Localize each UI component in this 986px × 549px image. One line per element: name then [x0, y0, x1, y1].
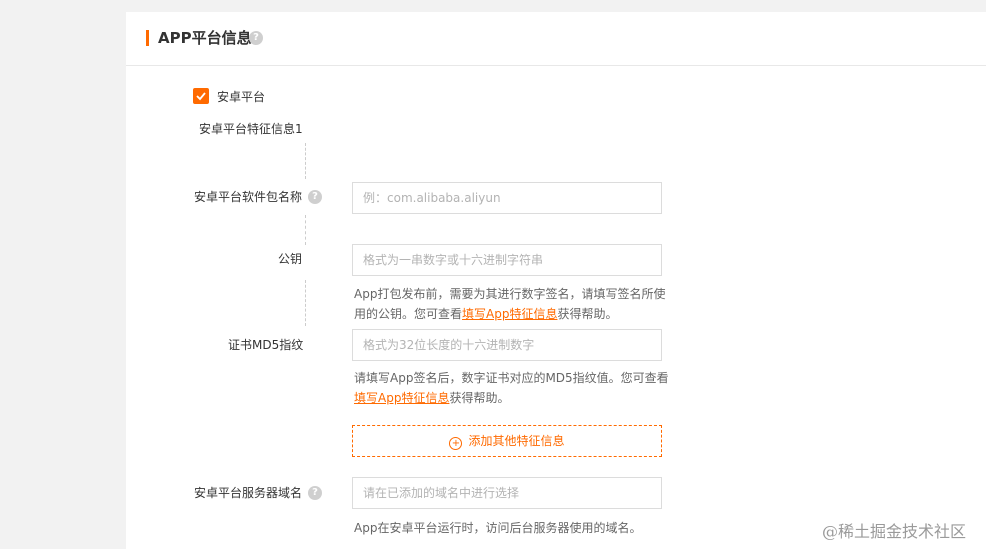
group-connector-line	[305, 215, 306, 245]
group-connector-line	[305, 143, 306, 179]
feature-group-label: 安卓平台特征信息1	[199, 122, 303, 136]
public-key-hint-suffix: 获得帮助。	[557, 307, 618, 321]
section-title: APP平台信息	[158, 29, 252, 47]
package-name-input[interactable]	[352, 182, 662, 214]
md5-fingerprint-input[interactable]	[352, 329, 662, 361]
md5-hint-suffix: 获得帮助。	[449, 391, 510, 405]
md5-hint-text: 请填写App签名后，数字证书对应的MD5指纹值。您可查看	[354, 371, 669, 385]
plus-circle-icon: +	[449, 437, 463, 450]
public-key-help-link[interactable]: 填写App特征信息	[462, 307, 557, 321]
package-name-help-icon[interactable]: ?	[308, 190, 322, 204]
section-accent-bar	[146, 30, 149, 46]
watermark: @稀土掘金技术社区	[822, 522, 967, 541]
server-domain-hint: App在安卓平台运行时，访问后台服务器使用的域名。	[354, 521, 642, 535]
server-domain-help-icon[interactable]: ?	[308, 486, 322, 500]
add-feature-button-label: 添加其他特征信息	[468, 434, 565, 448]
section-header: APP平台信息 ?	[126, 12, 986, 66]
public-key-input[interactable]	[352, 244, 662, 276]
md5-help-link[interactable]: 填写App特征信息	[354, 391, 449, 405]
md5-fingerprint-label: 证书MD5指纹	[228, 338, 304, 352]
md5-fingerprint-hint: 请填写App签名后，数字证书对应的MD5指纹值。您可查看填写App特征信息获得帮…	[354, 368, 674, 408]
package-name-label: 安卓平台软件包名称	[194, 190, 303, 204]
android-platform-checkbox-label[interactable]: 安卓平台	[217, 89, 265, 105]
android-platform-checkbox[interactable]	[193, 88, 209, 104]
public-key-hint: App打包发布前，需要为其进行数字签名，请填写签名所使用的公钥。您可查看填写Ap…	[354, 284, 674, 324]
section-help-icon[interactable]: ?	[249, 31, 263, 45]
checkmark-icon	[196, 92, 206, 101]
server-domain-label: 安卓平台服务器域名	[194, 486, 303, 500]
add-feature-button[interactable]: + 添加其他特征信息	[352, 425, 662, 457]
server-domain-select[interactable]	[352, 477, 662, 509]
public-key-label: 公钥	[278, 252, 303, 266]
group-connector-line	[305, 280, 306, 326]
